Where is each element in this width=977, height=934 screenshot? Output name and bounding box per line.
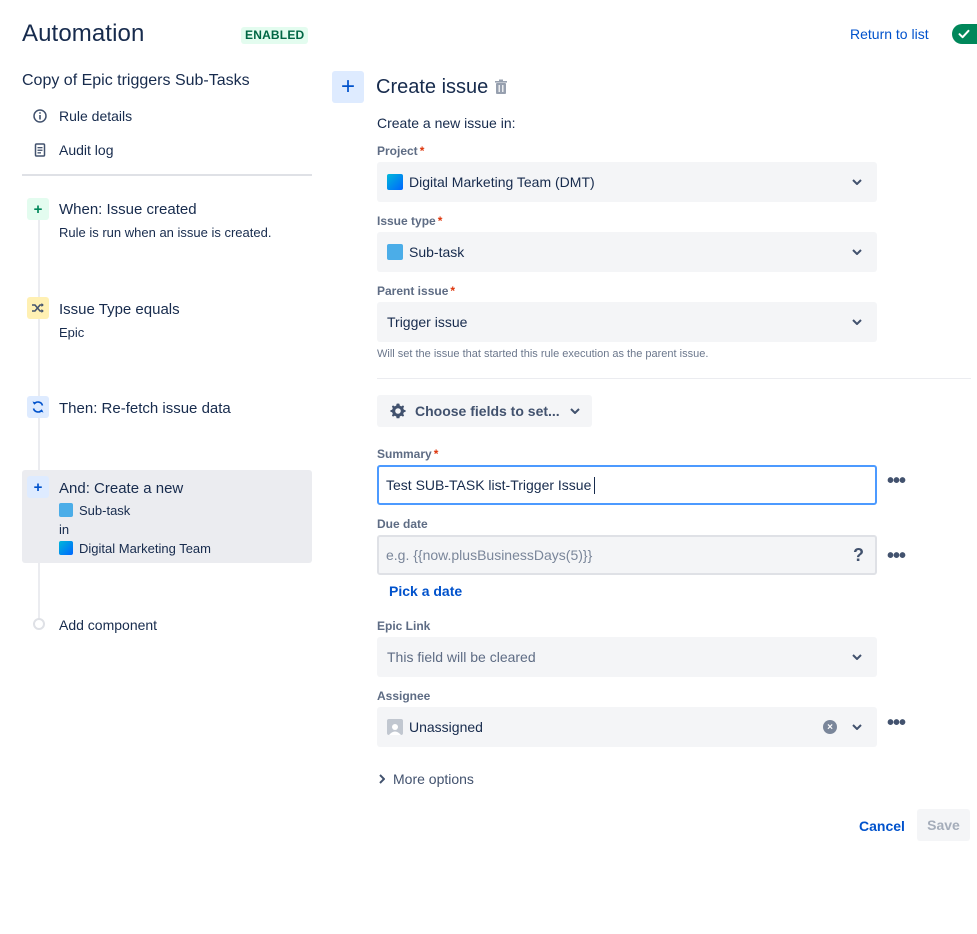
avatar bbox=[387, 719, 403, 735]
refresh-icon bbox=[27, 396, 49, 418]
choose-fields-button[interactable]: Choose fields to set... bbox=[377, 395, 592, 427]
add-component-button[interactable]: Add component bbox=[59, 617, 157, 633]
step-title: Issue Type equals bbox=[59, 301, 180, 318]
step-title: Then: Re-fetch issue data bbox=[59, 400, 231, 417]
summary-more-button[interactable]: ••• bbox=[884, 469, 908, 493]
status-badge: ENABLED bbox=[241, 27, 309, 44]
due-date-placeholder: e.g. {{now.plusBusinessDays(5)}} bbox=[386, 547, 593, 563]
save-button[interactable]: Save bbox=[917, 809, 970, 841]
trash-icon[interactable] bbox=[494, 79, 508, 98]
create-issue-plus-icon: + bbox=[332, 71, 364, 103]
step-title: And: Create a new bbox=[59, 480, 184, 497]
nav-rule-details[interactable]: Rule details bbox=[31, 105, 132, 127]
parent-helper-text: Will set the issue that started this rul… bbox=[377, 348, 709, 360]
issue-type-select[interactable]: Sub-task bbox=[377, 232, 877, 272]
panel-divider bbox=[377, 378, 971, 379]
help-icon[interactable]: ? bbox=[853, 545, 864, 566]
subtask-icon bbox=[59, 503, 73, 517]
chevron-right-icon bbox=[379, 774, 385, 784]
due-date-label: Due date bbox=[377, 517, 428, 531]
project-select[interactable]: Digital Marketing Team (DMT) bbox=[377, 162, 877, 202]
step-description: Epic bbox=[59, 325, 85, 340]
summary-label: Summary * bbox=[377, 447, 439, 461]
add-component-circle-icon bbox=[33, 618, 45, 630]
chevron-down-icon bbox=[847, 179, 867, 185]
document-icon bbox=[31, 141, 49, 159]
parent-issue-label: Parent issue * bbox=[377, 284, 456, 298]
nav-rule-details-label: Rule details bbox=[59, 108, 133, 124]
step-trigger[interactable]: + When: Issue created Rule is run when a… bbox=[22, 196, 312, 252]
step-description: Rule is run when an issue is created. bbox=[59, 225, 272, 240]
project-label: Project * bbox=[377, 144, 425, 158]
clear-icon[interactable]: × bbox=[823, 720, 837, 734]
rule-name: Copy of Epic triggers Sub-Tasks bbox=[22, 72, 250, 89]
issue-type-label: Issue type * bbox=[377, 214, 443, 228]
plus-icon: + bbox=[27, 476, 49, 498]
step-subtask-line: Sub-task bbox=[59, 503, 130, 518]
pick-a-date-link[interactable]: Pick a date bbox=[389, 583, 462, 599]
step-create-issue[interactable]: + And: Create a new Sub-task in Digital … bbox=[22, 470, 312, 563]
info-icon bbox=[31, 107, 49, 125]
step-condition[interactable]: Issue Type equals Epic bbox=[22, 296, 312, 346]
step-project-line: Digital Marketing Team bbox=[59, 541, 211, 556]
return-to-list-link[interactable]: Return to list bbox=[850, 26, 929, 42]
project-avatar-icon bbox=[59, 541, 73, 555]
more-options-toggle[interactable]: More options bbox=[379, 771, 474, 787]
subtask-icon bbox=[387, 244, 403, 260]
step-title: When: Issue created bbox=[59, 201, 197, 218]
rule-enabled-toggle[interactable] bbox=[952, 24, 977, 44]
epic-link-select[interactable]: This field will be cleared bbox=[377, 637, 877, 677]
chevron-down-icon bbox=[847, 724, 867, 730]
nav-audit-log[interactable]: Audit log bbox=[31, 139, 113, 161]
assignee-label: Assignee bbox=[377, 689, 431, 703]
summary-input[interactable]: Test SUB-TASK list-Trigger Issue bbox=[377, 465, 877, 505]
assignee-select[interactable]: Unassigned × bbox=[377, 707, 877, 747]
parent-issue-select[interactable]: Trigger issue bbox=[377, 302, 877, 342]
nav-audit-log-label: Audit log bbox=[59, 142, 114, 158]
due-date-input[interactable]: e.g. {{now.plusBusinessDays(5)}} ? bbox=[377, 535, 877, 575]
gear-icon bbox=[389, 402, 407, 420]
project-avatar-icon bbox=[387, 174, 403, 190]
intro-text: Create a new issue in: bbox=[377, 115, 516, 131]
cancel-button[interactable]: Cancel bbox=[850, 810, 914, 842]
plus-icon: + bbox=[27, 198, 49, 220]
text-caret bbox=[594, 476, 596, 494]
due-date-more-button[interactable]: ••• bbox=[884, 544, 908, 568]
sidebar-divider bbox=[22, 174, 312, 176]
epic-link-label: Epic Link bbox=[377, 619, 431, 633]
check-icon bbox=[958, 29, 970, 39]
step-in-line: in bbox=[59, 522, 70, 537]
panel-title: Create issue bbox=[376, 76, 489, 98]
chevron-down-icon bbox=[569, 408, 580, 414]
chevron-down-icon bbox=[847, 249, 867, 255]
shuffle-icon bbox=[27, 297, 49, 319]
page-title: Automation bbox=[22, 20, 145, 47]
step-refetch[interactable]: Then: Re-fetch issue data bbox=[22, 395, 312, 423]
chevron-down-icon bbox=[847, 654, 867, 660]
chevron-down-icon bbox=[847, 319, 867, 325]
assignee-more-button[interactable]: ••• bbox=[884, 711, 908, 735]
